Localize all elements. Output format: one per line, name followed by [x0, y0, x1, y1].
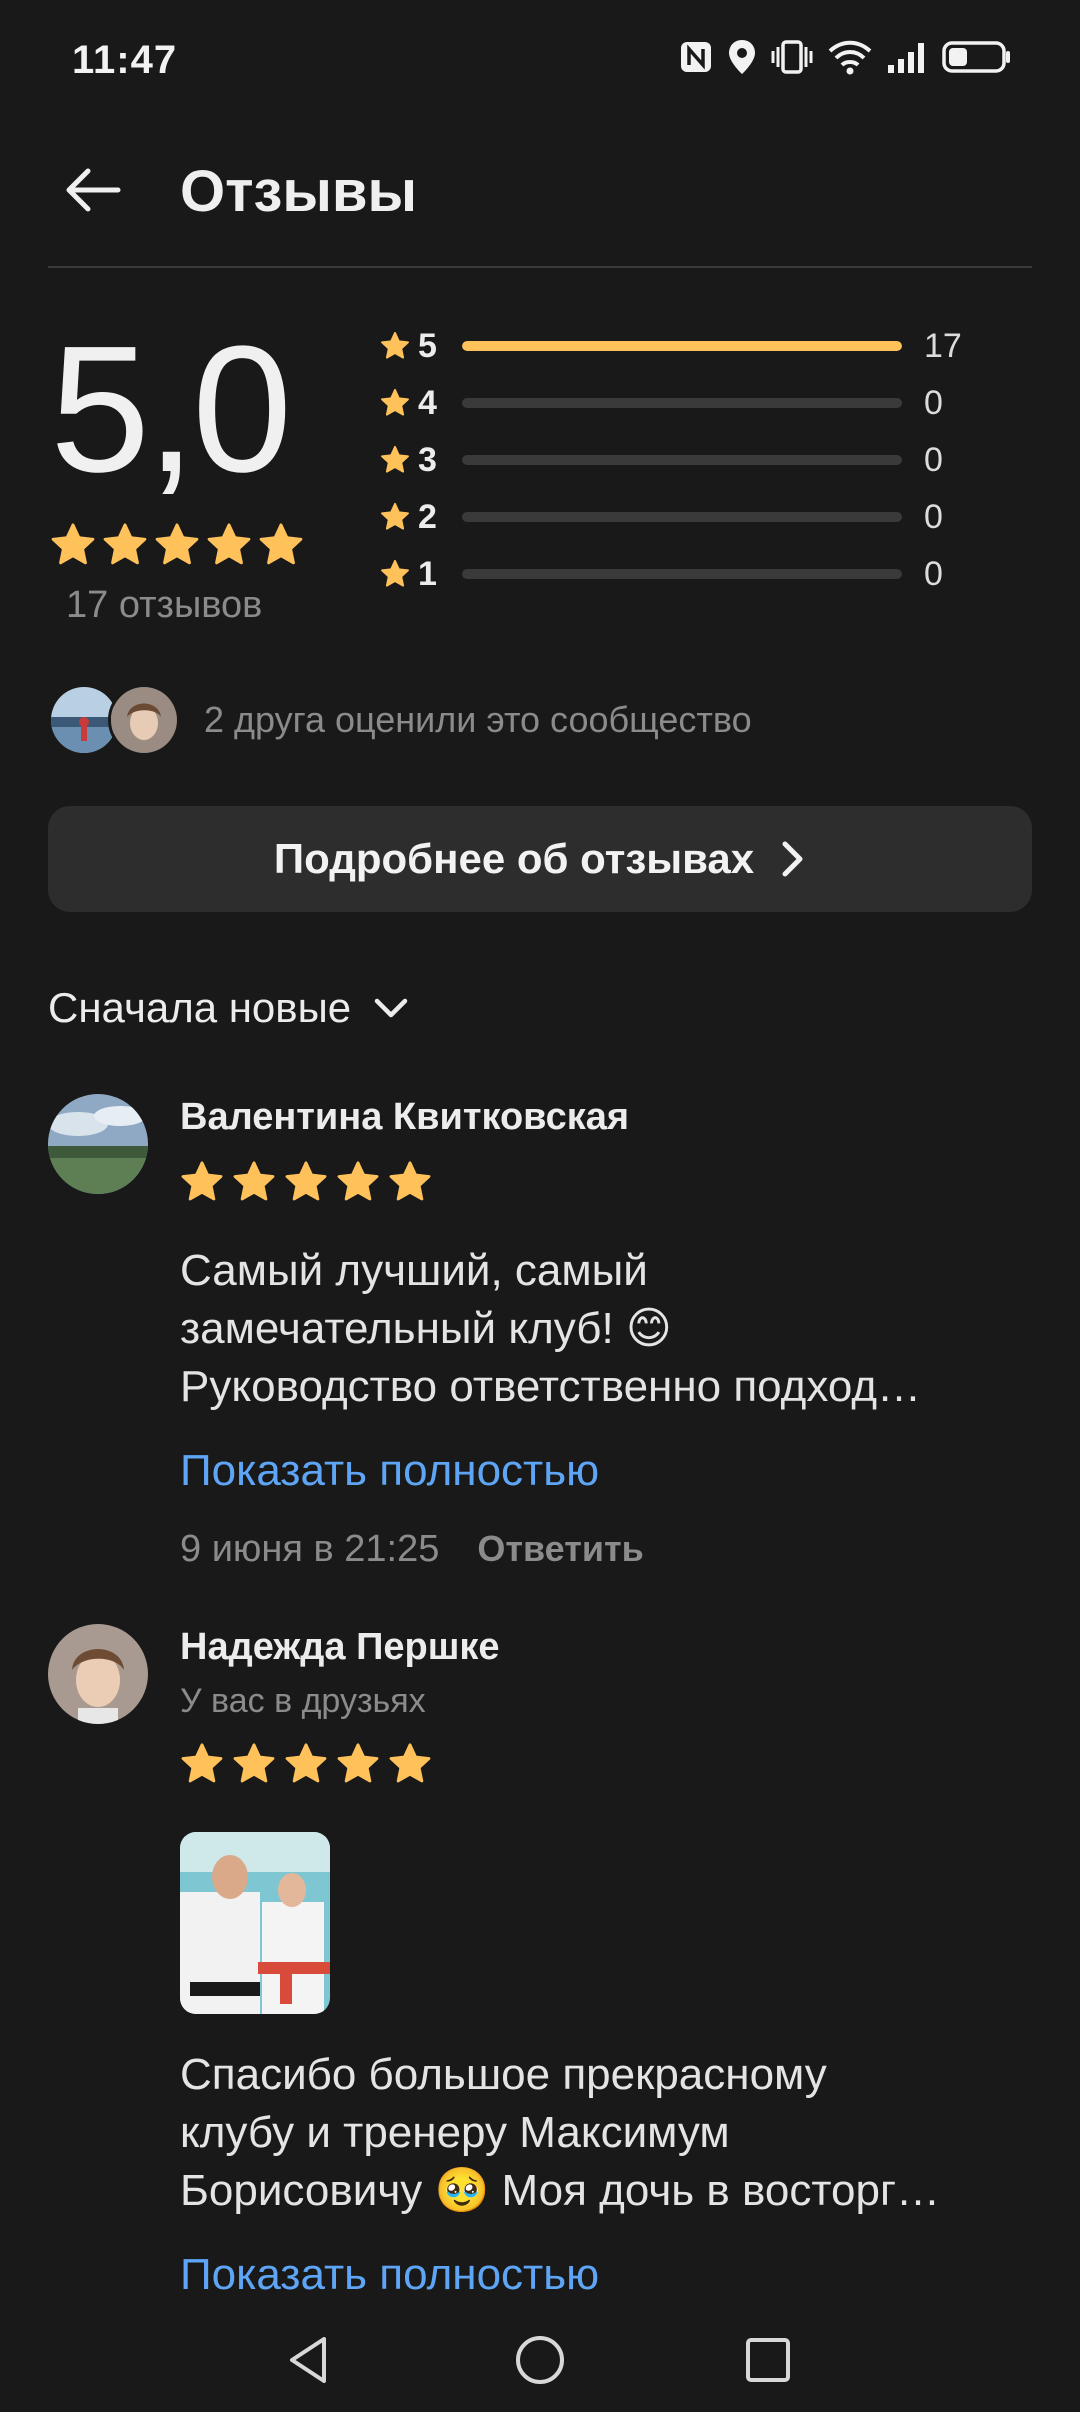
rating-bar-fill [462, 341, 902, 351]
status-icons [678, 38, 1012, 76]
star-icon [381, 502, 409, 530]
star-icon [285, 1161, 327, 1201]
rating-count: 0 [924, 440, 943, 479]
rating-level: 2 [418, 497, 437, 536]
system-navigation-bar [0, 2300, 1080, 2412]
friends-text: 2 друга оценили это сообщество [204, 699, 752, 740]
rating-count: 0 [924, 497, 943, 536]
review-meta: 9 июня в 21:25 Ответить [180, 1528, 644, 1571]
rating-level: 3 [418, 440, 437, 479]
rating-row-1: 10 [380, 554, 1000, 594]
review-date: 9 июня в 21:25 [180, 1528, 440, 1570]
nav-home-button[interactable] [510, 2330, 570, 2390]
status-time: 11:47 [72, 38, 178, 82]
nav-recents-icon [746, 2338, 790, 2382]
star-icon [207, 523, 251, 565]
star-icon [381, 331, 409, 359]
star-icon [381, 559, 409, 587]
rating-level: 5 [418, 326, 437, 365]
rating-bar [462, 398, 902, 408]
star-icon [155, 523, 199, 565]
star-icon [337, 1161, 379, 1201]
reviewer-name[interactable]: Валентина Квитковская [180, 1096, 629, 1139]
star-icon [181, 1743, 223, 1783]
star-icon [51, 523, 95, 565]
rating-bar [462, 341, 902, 351]
rating-row-2: 20 [380, 497, 1000, 537]
star-icon [285, 1743, 327, 1783]
review-text: Спасибо большое прекрасному клубу и трен… [180, 2046, 1040, 2220]
signal-icon [888, 43, 924, 73]
nav-back-button[interactable] [278, 2330, 338, 2390]
star-icon [233, 1161, 275, 1201]
rating-row-4: 40 [380, 383, 1000, 423]
review-count: 17 отзывов [66, 584, 263, 626]
show-more-link[interactable]: Показать полностью [180, 1446, 599, 1496]
review-text-line: замечательный клуб! 😊 [180, 1304, 672, 1353]
rating-bar [462, 512, 902, 522]
vibrate-icon [771, 40, 813, 74]
chevron-right-icon [782, 841, 803, 877]
star-icon [389, 1743, 431, 1783]
sort-dropdown[interactable]: Сначала новые [48, 984, 409, 1032]
review-text-line: Самый лучший, самый [180, 1246, 648, 1295]
show-more-link[interactable]: Показать полностью [180, 2250, 599, 2300]
review-text-line: Спасибо большое прекрасному [180, 2050, 827, 2099]
nav-back-icon [290, 2337, 326, 2383]
more-about-reviews-label: Подробнее об отзывах [273, 835, 755, 882]
back-button[interactable] [52, 150, 132, 230]
reviewer-avatar[interactable] [48, 1094, 148, 1194]
star-icon [103, 523, 147, 565]
rating-count: 0 [924, 554, 943, 593]
header-divider [48, 266, 1032, 268]
review-stars [180, 1742, 432, 1786]
rating-count: 17 [924, 326, 962, 365]
star-icon [337, 1743, 379, 1783]
review-text: Самый лучший, самый замечательный клуб! … [180, 1242, 1040, 1416]
chevron-down-icon [374, 998, 408, 1018]
rating-row-3: 30 [380, 440, 1000, 480]
star-icon [381, 388, 409, 416]
rating-level: 1 [418, 554, 437, 593]
page-title: Отзывы [180, 159, 418, 224]
sort-label: Сначала новые [48, 984, 352, 1031]
battery-icon [942, 41, 1010, 73]
star-icon [259, 523, 303, 565]
star-icon [233, 1743, 275, 1783]
friend-status: У вас в друзьях [180, 1682, 426, 1720]
more-about-reviews-button[interactable]: Подробнее об отзывах [48, 806, 1032, 912]
review-stars [180, 1160, 432, 1204]
friends-rated[interactable]: 2 друга оценили это сообщество [48, 684, 752, 756]
reviewer-avatar[interactable] [48, 1624, 148, 1724]
nav-home-icon [516, 2336, 564, 2384]
star-icon [389, 1161, 431, 1201]
reviewer-name[interactable]: Надежда Першке [180, 1626, 500, 1669]
review-text-line: клубу и тренеру Максимум [180, 2108, 730, 2157]
rating-bar [462, 455, 902, 465]
rating-bar [462, 569, 902, 579]
reply-button[interactable]: Ответить [477, 1528, 643, 1570]
wifi-icon [828, 40, 872, 75]
review-text-line: Борисовичу 🥹 Моя дочь в восторг… [180, 2166, 940, 2215]
friend-avatar [108, 684, 180, 756]
rating-row-5: 5 17 [380, 326, 1000, 366]
summary-stars [50, 522, 304, 568]
nfc-icon [681, 42, 711, 72]
location-icon [729, 40, 755, 74]
nav-recents-button[interactable] [738, 2330, 798, 2390]
review-text-line: Руководство ответственно подход… [180, 1362, 922, 1411]
review-photo[interactable] [180, 1832, 330, 2014]
star-icon [381, 445, 409, 473]
back-arrow-icon [66, 168, 121, 212]
star-icon [181, 1161, 223, 1201]
rating-count: 0 [924, 383, 943, 422]
average-score: 5,0 [50, 309, 292, 510]
rating-level: 4 [418, 383, 437, 422]
